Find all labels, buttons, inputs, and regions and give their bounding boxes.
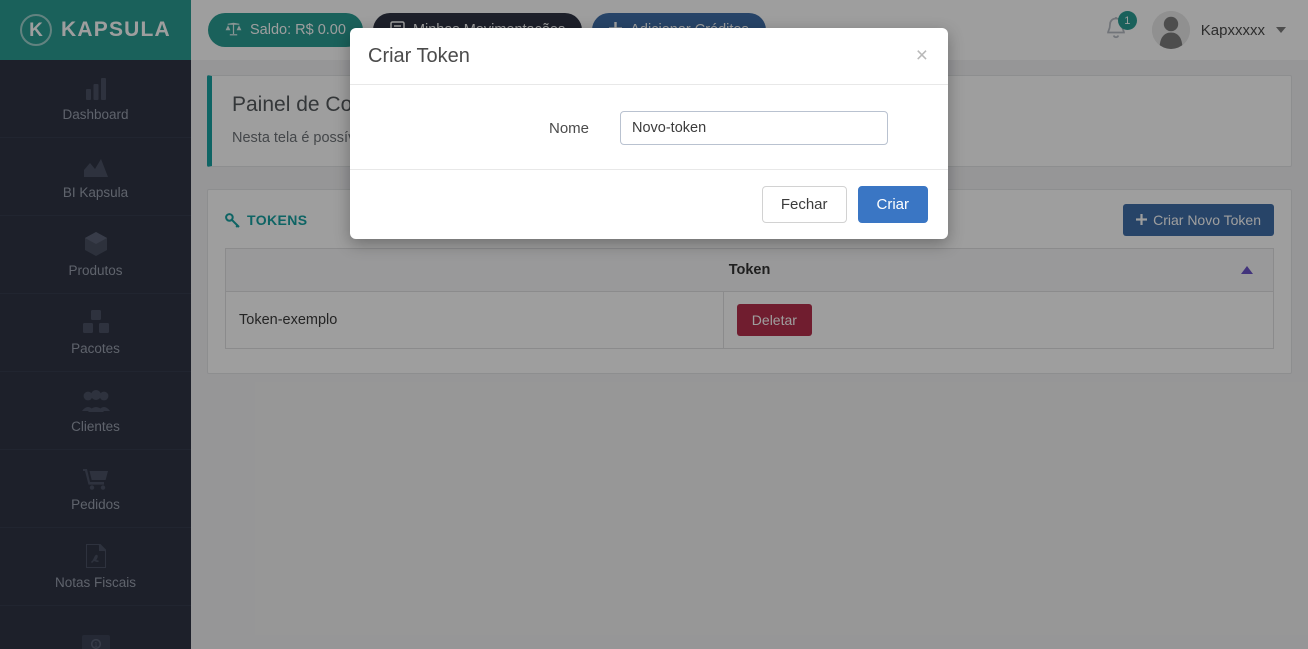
nome-input[interactable] [620, 111, 888, 145]
modal-header: Criar Token × [350, 28, 948, 85]
modal-footer: Fechar Criar [350, 170, 948, 239]
modal-title: Criar Token [368, 45, 470, 67]
close-icon[interactable]: × [916, 45, 928, 66]
app-root: K KAPSULA Dashboard BI Kapsula Produtos [0, 0, 1308, 649]
criar-button[interactable]: Criar [857, 186, 928, 223]
create-token-modal: Criar Token × Nome Fechar Criar [350, 28, 948, 239]
modal-body: Nome [350, 85, 948, 170]
fechar-button[interactable]: Fechar [761, 186, 847, 223]
nome-field-label: Nome [548, 119, 589, 137]
